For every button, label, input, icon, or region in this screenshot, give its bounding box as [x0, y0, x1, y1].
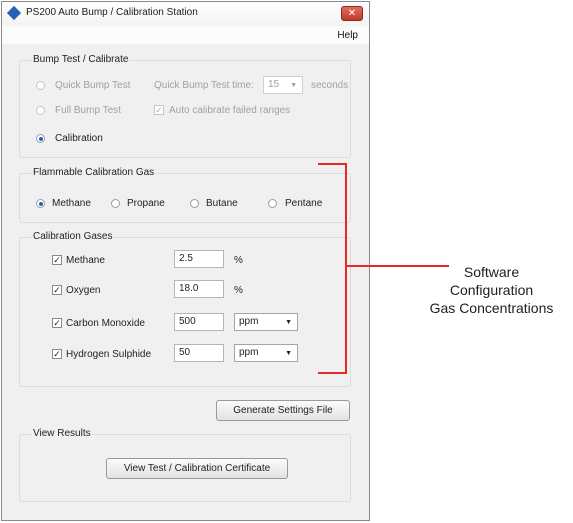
- butane-radio[interactable]: [190, 199, 199, 208]
- annotation-line-3: Gas Concentrations: [429, 300, 554, 316]
- quick-bump-time-value: 15: [268, 79, 280, 90]
- carbon-monoxide-checkbox[interactable]: ✓: [52, 318, 62, 328]
- methane-gas-label: Methane: [66, 255, 105, 266]
- quick-bump-label: Quick Bump Test: [55, 80, 131, 91]
- methane-label: Methane: [52, 198, 91, 209]
- calibration-label: Calibration: [55, 133, 103, 144]
- menu-help[interactable]: Help: [337, 30, 358, 41]
- calibration-radio[interactable]: [36, 134, 45, 143]
- menu-bar: Help: [2, 26, 369, 44]
- view-certificate-button[interactable]: View Test / Calibration Certificate: [106, 458, 288, 479]
- close-button[interactable]: ✕: [341, 6, 363, 21]
- app-logo-icon: [6, 5, 22, 21]
- propane-radio[interactable]: [111, 199, 120, 208]
- annotation-line-2: Configuration: [449, 282, 534, 298]
- pentane-label: Pentane: [285, 198, 323, 209]
- hydrogen-sulphide-value-field[interactable]: 50: [174, 344, 224, 362]
- butane-label: Butane: [206, 198, 238, 209]
- oxygen-value-field[interactable]: 18.0: [174, 280, 224, 298]
- hydrogen-sulphide-unit-value: ppm: [239, 347, 259, 358]
- flammable-gas-group: Flammable Calibration Gas Methane Propan…: [19, 167, 351, 223]
- methane-value-field[interactable]: 2.5: [174, 250, 224, 268]
- methane-radio[interactable]: [36, 199, 45, 208]
- carbon-monoxide-value-field[interactable]: 500: [174, 313, 224, 331]
- window-title: PS200 Auto Bump / Calibration Station: [26, 7, 198, 18]
- chevron-down-icon: ▼: [285, 319, 292, 326]
- calibration-gases-group-title: Calibration Gases: [32, 231, 114, 242]
- view-results-group: View Results View Test / Calibration Cer…: [19, 428, 351, 502]
- chevron-down-icon: ▼: [285, 350, 292, 357]
- annotation-line-1: Software: [463, 264, 520, 280]
- calibration-gases-group: Calibration Gases ✓ Methane 2.5 % ✓ Oxyg…: [19, 231, 351, 387]
- carbon-monoxide-unit-value: ppm: [239, 316, 259, 327]
- propane-label: Propane: [127, 198, 165, 209]
- quick-bump-time-select[interactable]: 15 ▼: [263, 76, 303, 94]
- methane-checkbox[interactable]: ✓: [52, 255, 62, 265]
- bump-test-group: Bump Test / Calibrate Quick Bump Test Qu…: [19, 54, 351, 158]
- carbon-monoxide-unit-select[interactable]: ppm ▼: [234, 313, 298, 331]
- full-bump-radio[interactable]: [36, 106, 45, 115]
- annotation-text: Software Configuration Gas Concentration…: [410, 263, 573, 317]
- bump-test-group-title: Bump Test / Calibrate: [32, 54, 130, 65]
- auto-calibrate-label: Auto calibrate failed ranges: [169, 105, 291, 116]
- app-window: PS200 Auto Bump / Calibration Station ✕ …: [1, 1, 370, 521]
- full-bump-label: Full Bump Test: [55, 105, 121, 116]
- quick-bump-radio[interactable]: [36, 81, 45, 90]
- oxygen-gas-label: Oxygen: [66, 285, 101, 296]
- flammable-gas-group-title: Flammable Calibration Gas: [32, 167, 156, 178]
- hydrogen-sulphide-checkbox[interactable]: ✓: [52, 349, 62, 359]
- generate-settings-button[interactable]: Generate Settings File: [216, 400, 350, 421]
- auto-calibrate-checkbox[interactable]: ✓: [154, 105, 164, 115]
- quick-bump-time-label: Quick Bump Test time:: [154, 80, 254, 91]
- carbon-monoxide-gas-label: Carbon Monoxide: [66, 318, 145, 329]
- oxygen-checkbox[interactable]: ✓: [52, 285, 62, 295]
- annotation-bracket: [318, 163, 347, 374]
- hydrogen-sulphide-gas-label: Hydrogen Sulphide: [66, 349, 152, 360]
- seconds-label: seconds: [311, 80, 349, 91]
- chevron-down-icon: ▼: [290, 82, 297, 89]
- view-results-group-title: View Results: [32, 428, 92, 439]
- title-bar: PS200 Auto Bump / Calibration Station ✕: [2, 2, 369, 27]
- oxygen-unit-label: %: [234, 285, 243, 296]
- methane-unit-label: %: [234, 255, 243, 266]
- hydrogen-sulphide-unit-select[interactable]: ppm ▼: [234, 344, 298, 362]
- pentane-radio[interactable]: [268, 199, 277, 208]
